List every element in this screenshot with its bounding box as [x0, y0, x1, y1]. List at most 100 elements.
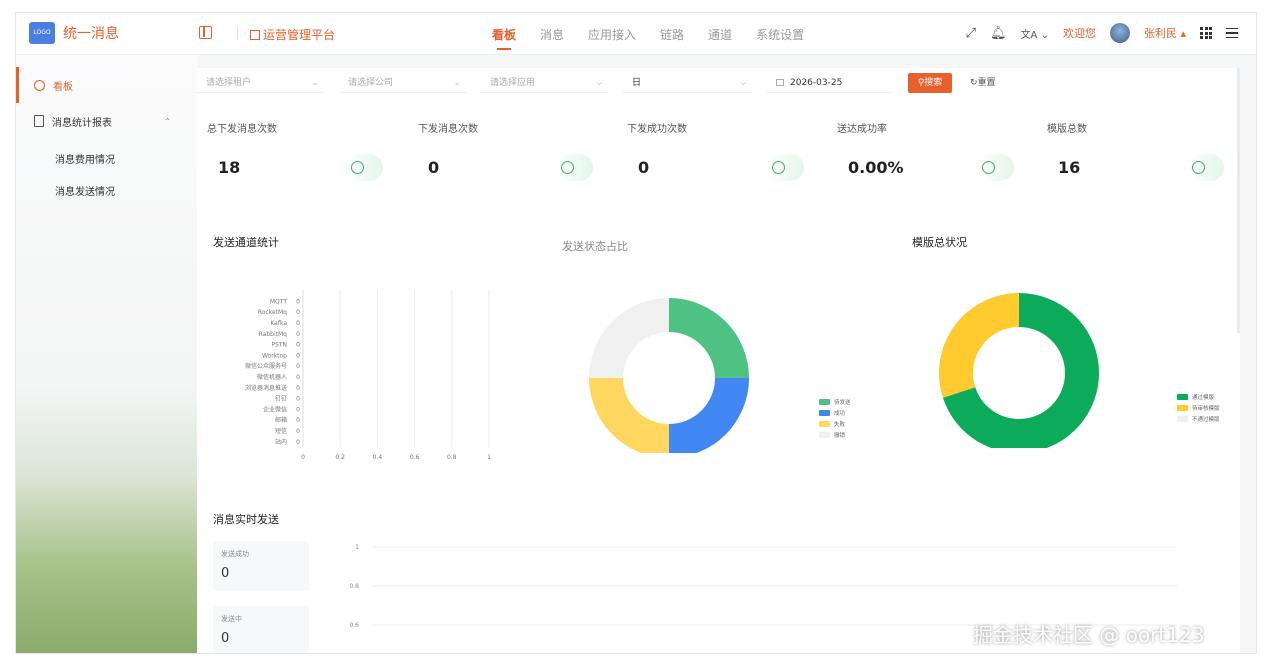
pie-slice — [589, 378, 669, 453]
bell-icon[interactable]: 🔔︎ — [990, 26, 1007, 41]
period-value: 日 — [632, 78, 642, 88]
building-icon — [250, 30, 260, 40]
chevron-down-icon: ⌄ — [595, 78, 603, 88]
menu-icon[interactable] — [1226, 28, 1238, 38]
sidebar-subitem-fee[interactable]: 消息费用情况 — [55, 151, 115, 166]
data-label: 0 — [296, 320, 300, 327]
x-tick-label: 0.6 — [410, 454, 420, 461]
pie-slice — [669, 378, 749, 453]
app-title: 统一消息 — [63, 26, 119, 42]
translate-icon[interactable]: 文A ⌄ — [1021, 26, 1049, 41]
stat-label-rate: 送达成功率 — [837, 124, 887, 135]
template-icon — [1188, 154, 1224, 181]
search-button[interactable]: ⚲搜索 — [908, 73, 952, 93]
realtime-card-sending: 发送中 0 — [213, 606, 309, 653]
logo: LOGO — [29, 22, 55, 44]
sidebar-item-label: 消息统计报表 — [52, 117, 112, 129]
stat-label-sent: 下发消息次数 — [418, 124, 478, 135]
stat-value-total: 18 — [218, 158, 241, 177]
app-select[interactable]: 请选择应用 ⌄ — [481, 73, 609, 93]
user-name[interactable]: 张利民 ▴ — [1144, 25, 1186, 41]
search-label: 搜索 — [924, 78, 943, 88]
legend-label: 成功 — [834, 409, 846, 417]
category-label: RabbitMq — [259, 331, 288, 338]
translate-icon-glyph: 文A — [1020, 29, 1038, 41]
tenant-select[interactable]: 请选择租户 ⌄ — [197, 73, 325, 93]
section-title-realtime: 消息实时发送 — [213, 513, 279, 526]
fullscreen-icon[interactable]: ⤢ — [966, 26, 976, 41]
category-label: 企业微信 — [263, 405, 287, 413]
category-label: RocketMq — [258, 309, 287, 316]
sidebar-toggle-icon[interactable] — [199, 26, 212, 39]
x-tick-label: 0 — [301, 454, 305, 461]
sidebar-item-stats-report[interactable]: 消息统计报表 ⌃ — [16, 103, 197, 139]
legend-swatch — [1177, 394, 1188, 400]
legend-label: 不通过模版 — [1192, 415, 1220, 423]
stat-value-templates: 16 — [1058, 158, 1081, 177]
avatar[interactable] — [1109, 23, 1130, 43]
main-content: 请选择租户 ⌄ 请选择公司 ⌄ 请选择应用 ⌄ 日 ⌄ 2026-03-25 ⚲搜索 ↻… — [197, 68, 1240, 653]
channel-bar-chart: 0 0.2 0.4 0.6 0.8 1 MQTT 0 RocketMq 0 Kafka 0 Rabbit… — [245, 290, 491, 461]
pie-slice — [589, 298, 669, 378]
legend-swatch — [1177, 405, 1188, 411]
calendar-icon — [776, 79, 784, 86]
nav-tab-messages[interactable]: 消息 — [540, 26, 564, 43]
sidebar-subitem-send[interactable]: 消息发送情况 — [55, 183, 115, 198]
nav-tab-dashboard[interactable]: 看板 — [492, 26, 516, 50]
apps-grid-icon[interactable] — [1200, 27, 1212, 39]
reset-button[interactable]: ↻重置 — [970, 73, 996, 93]
status-donut-chart: 待发送成功失败撤销 — [589, 298, 851, 453]
sidebar-item-dashboard[interactable]: 看板 — [16, 67, 197, 103]
check-circle-icon — [978, 154, 1014, 181]
legend-swatch — [819, 399, 830, 405]
platform-label: 运营管理平台 — [263, 28, 336, 42]
person-icon — [768, 154, 804, 181]
period-select[interactable]: 日 ⌄ — [623, 73, 753, 93]
nav-tab-app-access[interactable]: 应用接入 — [588, 26, 636, 43]
legend-label: 待审核模版 — [1192, 404, 1220, 412]
scrollbar[interactable] — [1237, 68, 1240, 333]
data-label: 0 — [296, 298, 300, 305]
chevron-down-icon: ⌄ — [311, 78, 319, 88]
stat-label-total: 总下发消息次数 — [207, 124, 277, 135]
data-label: 0 — [296, 352, 300, 359]
app-window: LOGO 统一消息 运营管理平台 看板 消息 应用接入 链路 通道 系统设置 ⤢… — [15, 12, 1257, 654]
sidebar-item-label: 看板 — [53, 81, 73, 93]
y-tick-label: 1 — [355, 544, 359, 551]
section-title-template: 模版总状况 — [912, 236, 967, 249]
data-label: 0 — [296, 428, 300, 435]
nav-tab-links[interactable]: 链路 — [660, 26, 684, 43]
x-tick-label: 0.4 — [373, 454, 383, 461]
home-icon — [34, 79, 45, 91]
person-icon — [557, 154, 593, 181]
legend-label: 通过模版 — [1192, 393, 1215, 401]
template-donut-chart: 通过模版待审核模版不通过模版 — [939, 293, 1220, 448]
data-label: 0 — [296, 309, 300, 316]
nav-tab-channels[interactable]: 通道 — [708, 26, 732, 43]
section-title-channel: 发送通道统计 — [213, 236, 279, 249]
category-label: 邮箱 — [275, 416, 287, 424]
x-tick-label: 0.8 — [447, 454, 457, 461]
data-label: 0 — [296, 342, 300, 349]
realtime-value: 0 — [221, 566, 230, 581]
chevron-up-icon: ⌃ — [164, 116, 171, 126]
category-label: 微信公众服务号 — [245, 362, 287, 370]
y-tick-label: 0.8 — [349, 583, 359, 590]
x-tick-label: 0.2 — [335, 454, 345, 461]
legend-swatch — [819, 432, 830, 438]
legend-label: 失败 — [834, 420, 846, 428]
date-picker[interactable]: 2026-03-25 — [767, 73, 893, 93]
category-label: MQTT — [270, 298, 287, 305]
nav-tab-system-settings[interactable]: 系统设置 — [756, 26, 804, 43]
legend-swatch — [819, 421, 830, 427]
platform-title[interactable]: 运营管理平台 — [250, 26, 335, 43]
divider — [237, 26, 238, 40]
data-label: 0 — [296, 406, 300, 413]
chevron-down-icon: ⌄ — [739, 78, 747, 88]
top-header: LOGO 统一消息 运营管理平台 看板 消息 应用接入 链路 通道 系统设置 ⤢… — [16, 13, 1256, 55]
legend-swatch — [819, 410, 830, 416]
company-select[interactable]: 请选择公司 ⌄ — [339, 73, 467, 93]
doc-icon — [34, 115, 44, 127]
x-tick-label: 1 — [487, 454, 491, 461]
realtime-label: 发送中 — [221, 615, 242, 623]
